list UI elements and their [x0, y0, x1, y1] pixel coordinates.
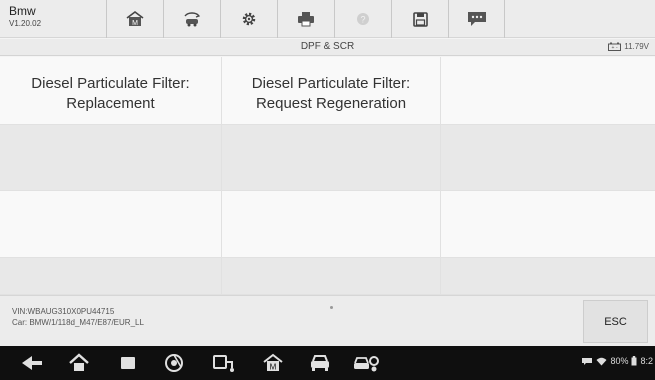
system-nav-bar: M 80% 8:2 [0, 346, 655, 380]
grid-item-empty [0, 125, 222, 191]
svg-text:+: + [612, 45, 615, 51]
grid-item-empty [0, 191, 222, 258]
status-area: 80% 8:2 [581, 356, 653, 366]
browser-icon[interactable] [163, 353, 185, 373]
svg-text:M: M [132, 20, 138, 27]
vehicle-service-icon[interactable] [352, 353, 380, 373]
vehicle-swap-icon [184, 12, 201, 27]
clock: 8:2 [640, 356, 653, 366]
app-name: Bmw [9, 4, 36, 18]
vehicle-swap-button[interactable] [163, 0, 220, 38]
grid-item-empty [441, 191, 655, 258]
grid-item-empty [441, 57, 655, 125]
vehicle-voltage: + - 11.79V [608, 42, 649, 51]
vin-text: VIN:WBAUG310X0PU44715 [12, 307, 115, 316]
grid-item-empty [441, 125, 655, 191]
car-text: Car: BMW/1/118d_M47/E87/EUR_LL [12, 318, 144, 327]
help-button[interactable]: ? [334, 0, 391, 38]
grid-item-dpf-replacement[interactable]: Diesel Particulate Filter: Replacement [0, 57, 222, 125]
voltage-value: 11.79V [624, 42, 649, 51]
save-icon [412, 11, 428, 27]
message-icon [467, 12, 486, 26]
title-bar: DPF & SCR + - 11.79V [0, 39, 655, 56]
help-icon: ? [357, 13, 369, 25]
page-title: DPF & SCR [300, 41, 355, 52]
notification-icon [582, 357, 593, 365]
remote-connect-icon[interactable] [212, 353, 236, 373]
svg-text:M: M [270, 363, 277, 372]
page-indicator-dot [330, 306, 333, 309]
grid-item-empty [222, 191, 441, 258]
save-button[interactable] [391, 0, 448, 38]
message-button[interactable] [448, 0, 505, 38]
home-nav-icon[interactable] [68, 353, 90, 373]
recent-apps-icon[interactable] [118, 353, 138, 373]
top-toolbar: Bmw V1.20.02 M ? [0, 0, 655, 38]
function-grid: Diesel Particulate Filter: Replacement D… [0, 57, 655, 295]
svg-text:?: ? [360, 15, 365, 25]
info-footer: VIN:WBAUG310X0PU44715 Car: BMW/1/118d_M4… [0, 295, 655, 346]
vehicle-icon[interactable] [308, 353, 332, 373]
toolbar-buttons: M ? [106, 0, 505, 38]
home-button[interactable]: M [106, 0, 163, 38]
grid-item-empty [222, 258, 441, 295]
home-icon: M [126, 11, 144, 27]
grid-item-empty [222, 125, 441, 191]
device-battery-icon [631, 356, 637, 366]
grid-item-empty [0, 258, 222, 295]
esc-button[interactable]: ESC [583, 300, 648, 343]
print-icon [298, 12, 314, 27]
battery-percent: 80% [610, 356, 629, 366]
grid-item-empty [441, 258, 655, 295]
app-version: V1.20.02 [9, 19, 42, 28]
settings-button[interactable] [220, 0, 277, 38]
print-button[interactable] [277, 0, 334, 38]
diag-home-icon[interactable]: M [262, 353, 284, 373]
brand: Bmw V1.20.02 [9, 5, 41, 29]
back-icon[interactable] [20, 353, 44, 373]
vehicle-info: VIN:WBAUG310X0PU44715 Car: BMW/1/118d_M4… [12, 306, 144, 328]
grid-item-dpf-request-regeneration[interactable]: Diesel Particulate Filter: Request Regen… [222, 57, 441, 125]
settings-gear-icon [242, 12, 256, 26]
wifi-icon [596, 357, 607, 365]
battery-icon: + - [608, 42, 622, 51]
